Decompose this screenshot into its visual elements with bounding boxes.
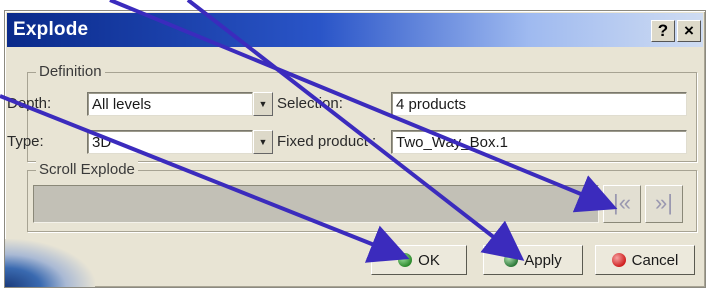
arrow-to-apply	[186, 0, 525, 261]
arrow-to-scroll-buttons	[109, 0, 618, 213]
annotation-arrows	[0, 0, 618, 263]
